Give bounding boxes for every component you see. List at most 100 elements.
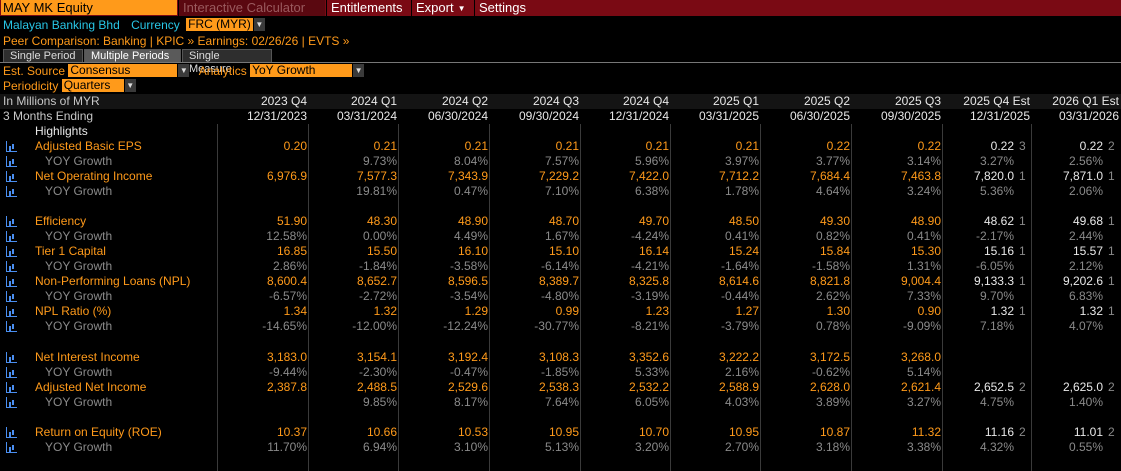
chart-icon[interactable]: [6, 291, 17, 302]
metric-value[interactable]: 3,154.1: [357, 350, 397, 365]
metric-value[interactable]: 11.01: [1074, 425, 1103, 440]
metric-label[interactable]: NPL Ratio (%): [35, 304, 111, 319]
metric-value[interactable]: 11.32: [912, 425, 941, 440]
metric-value[interactable]: 0.21: [556, 139, 579, 154]
metric-value[interactable]: 10.95: [549, 425, 579, 440]
metric-value[interactable]: 2,387.8: [267, 380, 307, 395]
metric-value[interactable]: 1.23: [646, 304, 669, 319]
metric-value[interactable]: 1.32: [1080, 304, 1103, 319]
metric-value[interactable]: 8,652.7: [357, 274, 397, 289]
metric-value[interactable]: 15.50: [367, 244, 397, 259]
chart-icon[interactable]: [6, 156, 17, 167]
metric-value[interactable]: 2,529.6: [448, 380, 488, 395]
export-menu[interactable]: Export ▼: [411, 0, 473, 16]
metric-value[interactable]: 2,652.5: [974, 380, 1014, 395]
metric-value[interactable]: 7,343.9: [448, 169, 488, 184]
metric-value[interactable]: 3,192.4: [448, 350, 488, 365]
metric-value[interactable]: 2,588.9: [719, 380, 759, 395]
metric-value[interactable]: 7,871.0: [1063, 169, 1103, 184]
ticker-input[interactable]: MAY MK Equity: [1, 0, 177, 15]
metric-value[interactable]: 1.30: [827, 304, 850, 319]
metric-value[interactable]: 15.24: [729, 244, 759, 259]
metric-value[interactable]: 9,202.6: [1063, 274, 1103, 289]
column-period-header[interactable]: 2026 Q1 Est: [1052, 94, 1119, 109]
chevron-down-icon[interactable]: ▼: [253, 18, 265, 31]
metric-value[interactable]: 0.99: [556, 304, 579, 319]
metric-value[interactable]: 0.90: [918, 304, 941, 319]
table-row[interactable]: Net Operating Income 6,976.9 7,577.3 7,343.…: [0, 169, 1121, 184]
estimate-count[interactable]: 2: [1019, 380, 1029, 395]
chart-icon[interactable]: [6, 231, 17, 242]
chevron-down-icon[interactable]: ▼: [124, 79, 136, 92]
est-source-dropdown[interactable]: Consensus: [68, 64, 178, 77]
table-row[interactable]: Efficiency 51.90 48.30 48.90 48.70 49.70 48.50…: [0, 214, 1121, 229]
currency-dropdown[interactable]: FRC (MYR): [186, 18, 253, 31]
metric-value[interactable]: 8,600.4: [267, 274, 307, 289]
chart-icon[interactable]: [6, 186, 17, 197]
periodicity-dropdown[interactable]: Quarters: [61, 79, 124, 92]
metric-value[interactable]: 11.16: [985, 425, 1014, 440]
metric-label[interactable]: Adjusted Basic EPS: [35, 139, 142, 154]
column-period-header[interactable]: 2024 Q4: [623, 94, 669, 109]
chart-icon[interactable]: [6, 321, 17, 332]
metric-value[interactable]: 8,325.8: [629, 274, 669, 289]
column-period-header[interactable]: 2023 Q4: [261, 94, 307, 109]
chart-icon[interactable]: [6, 216, 17, 227]
metric-value[interactable]: 7,577.3: [357, 169, 397, 184]
metric-label[interactable]: Efficiency: [35, 214, 86, 229]
column-date-header[interactable]: 12/31/2023: [247, 109, 307, 124]
chart-icon[interactable]: [6, 397, 17, 408]
estimate-count[interactable]: 1: [1108, 274, 1118, 289]
column-period-header[interactable]: 2024 Q1: [351, 94, 397, 109]
chart-icon[interactable]: [6, 141, 17, 152]
estimate-count[interactable]: 2: [1019, 425, 1029, 440]
metric-value[interactable]: 8,614.6: [719, 274, 759, 289]
metric-value[interactable]: 0.21: [646, 139, 669, 154]
metric-value[interactable]: 1.32: [991, 304, 1014, 319]
estimate-count[interactable]: 1: [1108, 304, 1118, 319]
metric-value[interactable]: 7,229.2: [539, 169, 579, 184]
metric-value[interactable]: 7,463.8: [901, 169, 941, 184]
metric-value[interactable]: 7,422.0: [629, 169, 669, 184]
metric-value[interactable]: 49.30: [820, 214, 850, 229]
metric-value[interactable]: 3,222.2: [719, 350, 759, 365]
chart-icon[interactable]: [6, 261, 17, 272]
column-date-header[interactable]: 06/30/2024: [428, 109, 488, 124]
metric-value[interactable]: 48.30: [367, 214, 397, 229]
metric-value[interactable]: 49.68: [1073, 214, 1103, 229]
table-row[interactable]: Non-Performing Loans (NPL) 8,600.4 8,652.7…: [0, 274, 1121, 289]
metric-value[interactable]: 2,628.0: [810, 380, 850, 395]
column-date-header[interactable]: 06/30/2025: [790, 109, 850, 124]
entitlements-menu[interactable]: Entitlements: [326, 0, 410, 16]
estimate-count[interactable]: 1: [1019, 304, 1029, 319]
metric-value[interactable]: 15.30: [911, 244, 941, 259]
metric-value[interactable]: 10.53: [458, 425, 488, 440]
tab-single-period[interactable]: Single Period: [3, 49, 83, 62]
metric-value[interactable]: 15.84: [820, 244, 850, 259]
metric-value[interactable]: 2,538.3: [539, 380, 579, 395]
metric-value[interactable]: 1.34: [284, 304, 307, 319]
metric-value[interactable]: 48.90: [911, 214, 941, 229]
table-row[interactable]: Adjusted Net Income 2,387.8 2,488.5 2,529.6…: [0, 380, 1121, 395]
estimate-count[interactable]: 3: [1019, 139, 1029, 154]
estimate-count[interactable]: 1: [1108, 214, 1118, 229]
table-row[interactable]: Adjusted Basic EPS 0.20 0.21 0.21 0.21 0.21 0.…: [0, 139, 1121, 154]
column-date-header[interactable]: 09/30/2024: [519, 109, 579, 124]
chart-icon[interactable]: [6, 442, 17, 453]
column-period-header[interactable]: 2025 Q1: [713, 94, 759, 109]
metric-value[interactable]: 8,389.7: [539, 274, 579, 289]
table-row[interactable]: Net Interest Income 3,183.0 3,154.1 3,192.4…: [0, 350, 1121, 365]
chart-icon[interactable]: [6, 246, 17, 257]
metric-value[interactable]: 2,621.4: [901, 380, 941, 395]
metric-value[interactable]: 3,183.0: [267, 350, 307, 365]
column-date-header[interactable]: 03/31/2024: [337, 109, 397, 124]
metric-value[interactable]: 0.20: [284, 139, 307, 154]
estimate-count[interactable]: 2: [1108, 380, 1118, 395]
metric-value[interactable]: 0.21: [465, 139, 488, 154]
metric-value[interactable]: 0.22: [991, 139, 1014, 154]
metric-value[interactable]: 10.87: [820, 425, 850, 440]
estimate-count[interactable]: 1: [1019, 274, 1029, 289]
metric-value[interactable]: 0.22: [1080, 139, 1103, 154]
metric-value[interactable]: 0.22: [918, 139, 941, 154]
metric-label[interactable]: Net Operating Income: [35, 169, 152, 184]
